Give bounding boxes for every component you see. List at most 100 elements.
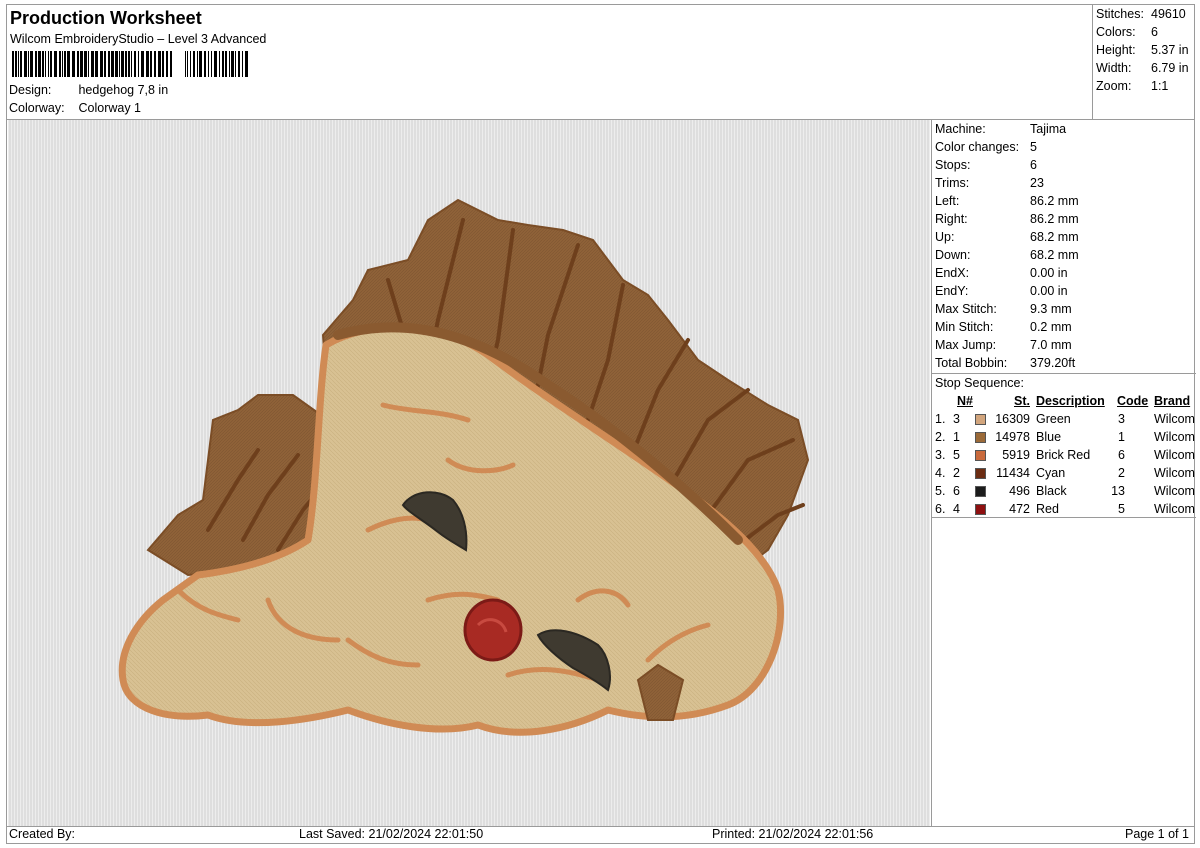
thread-color-swatch <box>975 504 986 515</box>
info-label: Total Bobbin: <box>935 356 1008 370</box>
row-code: 5 <box>1118 502 1125 516</box>
software-subtitle: Wilcom EmbroideryStudio – Level 3 Advanc… <box>10 32 267 46</box>
row-brand: Wilcom <box>1154 412 1195 426</box>
info-label: Right: <box>935 212 968 226</box>
thread-color-swatch <box>975 414 986 425</box>
row-stitches: 5919 <box>1002 448 1030 462</box>
row-description: Red <box>1036 502 1059 516</box>
info-row: Right: 86.2 mm <box>935 212 1079 226</box>
summary-row: Height: 5.37 in <box>1096 43 1189 57</box>
row-index: 4. <box>935 466 946 480</box>
row-code: 2 <box>1118 466 1125 480</box>
page-number: Page 1 of 1 <box>1125 827 1189 841</box>
info-value: 23 <box>1030 176 1044 190</box>
design-summary: Stitches: 49610 Colors: 6 Height: 5.37 in W… <box>1092 5 1195 119</box>
row-index: 6. <box>935 502 946 516</box>
info-label: Up: <box>935 230 955 244</box>
info-row: Trims: 23 <box>935 176 1044 190</box>
info-value: 5 <box>1030 140 1037 154</box>
info-row: Max Jump: 7.0 mm <box>935 338 1072 352</box>
row-stitches: 496 <box>1009 484 1030 498</box>
row-needle: 4 <box>953 502 960 516</box>
panel-divider <box>932 373 1196 374</box>
row-description: Brick Red <box>1036 448 1091 462</box>
design-row: Design: hedgehog 7,8 in <box>9 83 168 97</box>
stop-sequence-title: Stop Sequence: <box>935 376 1024 390</box>
summary-label: Colors: <box>1096 25 1136 39</box>
info-value: 9.3 mm <box>1030 302 1072 316</box>
row-brand: Wilcom <box>1154 466 1195 480</box>
summary-row: Stitches: 49610 <box>1096 7 1186 21</box>
hedgehog-embroidery-image <box>118 198 810 736</box>
col-header-brand: Brand <box>1154 394 1191 408</box>
info-row: Total Bobbin: 379.20ft <box>935 356 1075 370</box>
info-label: Min Stitch: <box>935 320 994 334</box>
info-label: Trims: <box>935 176 970 190</box>
row-brand: Wilcom <box>1154 448 1195 462</box>
info-label: EndX: <box>935 266 970 280</box>
info-row: Stops: 6 <box>935 158 1037 172</box>
row-code: 6 <box>1118 448 1125 462</box>
info-value: 0.2 mm <box>1030 320 1072 334</box>
summary-value: 1:1 <box>1151 79 1169 93</box>
page-title: Production Worksheet <box>10 8 202 28</box>
col-header-st: St. <box>1014 394 1030 408</box>
info-value: 86.2 mm <box>1030 212 1079 226</box>
svg-text:,: , <box>174 64 180 77</box>
summary-value: 6 <box>1151 25 1158 39</box>
info-value: 379.20ft <box>1030 356 1076 370</box>
info-row: EndX: 0.00 in <box>935 266 1068 280</box>
info-row: Down: 68.2 mm <box>935 248 1079 262</box>
info-value: 0.00 in <box>1030 284 1068 298</box>
machine-info-panel: Machine: Tajima Color changes: 5 Stops: 6 T… <box>931 120 1196 827</box>
info-label: Color changes: <box>935 140 1020 154</box>
info-row: EndY: 0.00 in <box>935 284 1068 298</box>
row-code: 1 <box>1118 430 1125 444</box>
info-label: Down: <box>935 248 971 262</box>
info-value: 6 <box>1030 158 1037 172</box>
row-code: 13 <box>1111 484 1125 498</box>
row-stitches: 14978 <box>995 430 1030 444</box>
info-value: 7.0 mm <box>1030 338 1072 352</box>
summary-value: 5.37 in <box>1151 43 1189 57</box>
row-index: 1. <box>935 412 946 426</box>
summary-row: Zoom: 1:1 <box>1096 79 1168 93</box>
created-by: Created By: <box>9 827 76 841</box>
row-needle: 6 <box>953 484 960 498</box>
info-label: Left: <box>935 194 960 208</box>
worksheet-header: Production Worksheet Wilcom EmbroiderySt… <box>7 5 1092 119</box>
col-header-code: Code <box>1117 394 1149 408</box>
row-code: 3 <box>1118 412 1125 426</box>
colorway-value: Colorway 1 <box>78 101 142 115</box>
row-description: Cyan <box>1036 466 1066 480</box>
col-header-description: Description <box>1036 394 1105 408</box>
colorway-row: Colorway: Colorway 1 <box>9 101 141 115</box>
info-label: Stops: <box>935 158 971 172</box>
colorway-label: Colorway: <box>9 101 65 115</box>
info-label: Max Jump: <box>935 338 997 352</box>
row-brand: Wilcom <box>1154 502 1195 516</box>
info-value: 0.00 in <box>1030 266 1068 280</box>
thread-color-swatch <box>975 450 986 461</box>
info-row: Color changes: 5 <box>935 140 1037 154</box>
row-needle: 2 <box>953 466 960 480</box>
info-value: 86.2 mm <box>1030 194 1079 208</box>
row-stitches: 11434 <box>996 466 1030 480</box>
info-label: EndY: <box>935 284 969 298</box>
thread-color-swatch <box>975 432 986 443</box>
row-index: 2. <box>935 430 946 444</box>
info-row: Machine: Tajima <box>935 122 1066 136</box>
panel-divider <box>932 517 1196 518</box>
row-stitches: 16309 <box>995 412 1030 426</box>
info-row: Up: 68.2 mm <box>935 230 1079 244</box>
info-label: Machine: <box>935 122 986 136</box>
row-index: 3. <box>935 448 946 462</box>
worksheet-frame: Production Worksheet Wilcom EmbroiderySt… <box>6 4 1196 844</box>
info-label: Max Stitch: <box>935 302 997 316</box>
info-value: 68.2 mm <box>1030 248 1079 262</box>
summary-label: Width: <box>1096 61 1132 75</box>
design-preview-canvas <box>8 120 930 827</box>
design-label: Design: <box>9 83 52 97</box>
summary-value: 6.79 in <box>1151 61 1189 75</box>
info-row: Min Stitch: 0.2 mm <box>935 320 1072 334</box>
